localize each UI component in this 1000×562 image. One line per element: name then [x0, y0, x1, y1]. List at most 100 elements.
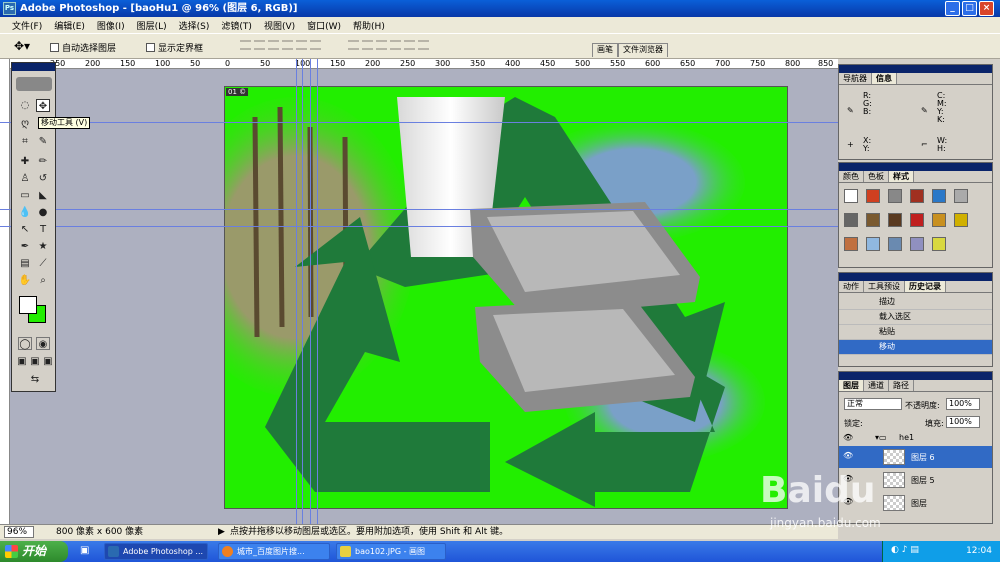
guide-line[interactable] — [0, 209, 838, 210]
foreground-color-swatch[interactable] — [19, 296, 37, 314]
crop-icon[interactable]: ⌗ — [18, 135, 32, 148]
brush-icon[interactable]: ✏ — [36, 155, 50, 168]
layer-row-selected[interactable]: 👁 图层 6 — [839, 446, 992, 468]
menu-image[interactable]: 图像(I) — [91, 19, 131, 32]
guide-line[interactable] — [302, 59, 303, 524]
visibility-eye-icon[interactable]: 👁 — [843, 433, 853, 442]
screen-mode-standard-icon[interactable]: ▣ — [15, 355, 29, 368]
history-panel-titlebar[interactable] — [839, 273, 992, 281]
show-bounding-box-option[interactable]: 显示定界框 — [146, 41, 203, 54]
task-paint[interactable]: bao102.JPG - 画图 — [336, 543, 446, 560]
style-swatch[interactable] — [932, 213, 946, 227]
align-top-icon[interactable] — [240, 40, 251, 50]
style-swatch[interactable] — [954, 213, 968, 227]
distribute-top-icon[interactable] — [348, 40, 359, 50]
menu-edit[interactable]: 编辑(E) — [48, 19, 91, 32]
bounding-box-checkbox[interactable] — [146, 43, 155, 52]
quicklaunch-desktop-icon[interactable]: ▣ — [80, 545, 89, 556]
screen-mode-full-menu-icon[interactable]: ▣ — [28, 355, 42, 368]
style-swatch[interactable] — [866, 213, 880, 227]
eraser-icon[interactable]: ▭ — [18, 189, 32, 202]
eyedropper-icon[interactable]: ⟋ — [36, 257, 50, 270]
menu-select[interactable]: 选择(S) — [173, 19, 216, 32]
layers-panel-titlebar[interactable] — [839, 372, 992, 380]
align-bottom-icon[interactable] — [268, 40, 279, 50]
auto-select-checkbox[interactable] — [50, 43, 59, 52]
screen-mode-full-icon[interactable]: ▣ — [41, 355, 55, 368]
align-hcenter-icon[interactable] — [296, 40, 307, 50]
align-vcenter-icon[interactable] — [254, 40, 265, 50]
tab-tool-presets[interactable]: 工具预设 — [864, 281, 905, 292]
marquee-icon[interactable]: ◌ — [18, 99, 32, 112]
standard-mode-icon[interactable]: ◯ — [18, 337, 32, 350]
tab-navigator[interactable]: 导航器 — [839, 73, 872, 84]
style-swatch[interactable] — [932, 189, 946, 203]
style-swatch[interactable] — [910, 213, 924, 227]
menu-file[interactable]: 文件(F) — [6, 19, 48, 32]
tab-channels[interactable]: 通道 — [864, 380, 889, 391]
start-button[interactable]: 开始 — [0, 541, 68, 562]
guide-line[interactable] — [310, 59, 311, 524]
zoom-icon[interactable]: ⌕ — [36, 274, 50, 287]
distribute-right-icon[interactable] — [418, 40, 429, 50]
distribute-vcenter-icon[interactable] — [362, 40, 373, 50]
style-swatch[interactable] — [888, 189, 902, 203]
style-swatch[interactable] — [888, 213, 902, 227]
notes-icon[interactable]: ▤ — [18, 257, 32, 270]
distribute-left-icon[interactable] — [390, 40, 401, 50]
menu-window[interactable]: 窗口(W) — [301, 19, 347, 32]
tab-styles[interactable]: 样式 — [889, 171, 914, 182]
style-swatch[interactable] — [932, 237, 946, 251]
style-swatch[interactable] — [844, 189, 858, 203]
style-swatch[interactable] — [844, 237, 858, 251]
opacity-input[interactable]: 100% — [946, 398, 980, 410]
tab-paths[interactable]: 路径 — [889, 380, 914, 391]
lasso-icon[interactable]: ღ — [18, 117, 32, 130]
tab-file-browser[interactable]: 文件浏览器 — [618, 43, 668, 57]
maximize-button[interactable]: □ — [962, 1, 977, 16]
guide-line[interactable] — [0, 122, 838, 123]
blend-mode-select[interactable]: 正常 — [844, 398, 902, 410]
align-left-icon[interactable] — [282, 40, 293, 50]
close-button[interactable]: × — [979, 1, 994, 16]
healing-brush-icon[interactable]: ✚ — [18, 155, 32, 168]
style-swatch[interactable] — [844, 213, 858, 227]
shape-icon[interactable]: ★ — [36, 240, 50, 253]
dodge-icon[interactable]: ● — [36, 206, 50, 219]
styles-panel-titlebar[interactable] — [839, 163, 992, 171]
tab-swatches[interactable]: 色板 — [864, 171, 889, 182]
auto-select-layer-option[interactable]: 自动选择图层 — [50, 41, 116, 54]
tab-actions[interactable]: 动作 — [839, 281, 864, 292]
guide-line[interactable] — [296, 59, 297, 524]
history-item-paste[interactable]: 粘贴 — [839, 325, 992, 340]
style-swatch[interactable] — [954, 189, 968, 203]
tab-layers[interactable]: 图层 — [839, 380, 864, 391]
layer-group-row[interactable]: 👁 ▾▭ he1 — [839, 432, 992, 445]
tray-icons[interactable]: ◐ ♪ ▤ — [891, 545, 919, 555]
tab-color[interactable]: 颜色 — [839, 171, 864, 182]
history-item-load-selection[interactable]: 载入选区 — [839, 310, 992, 325]
style-swatch[interactable] — [910, 189, 924, 203]
minimize-button[interactable]: _ — [945, 1, 960, 16]
guide-line[interactable] — [317, 59, 318, 524]
quickmask-mode-icon[interactable]: ◉ — [36, 337, 50, 350]
visibility-eye-icon[interactable]: 👁 — [843, 451, 853, 460]
menu-layer[interactable]: 图层(L) — [131, 19, 173, 32]
task-browser[interactable]: 城市_百度图片搜... — [218, 543, 330, 560]
menu-view[interactable]: 视图(V) — [258, 19, 301, 32]
info-panel-titlebar[interactable] — [839, 65, 992, 73]
history-item-stroke[interactable]: 描边 — [839, 295, 992, 310]
fill-input[interactable]: 100% — [946, 416, 980, 428]
distribute-hcenter-icon[interactable] — [404, 40, 415, 50]
slice-icon[interactable]: ✎ — [36, 135, 50, 148]
style-swatch[interactable] — [866, 237, 880, 251]
jump-to-imageready-icon[interactable]: ⇆ — [20, 373, 50, 386]
tab-info[interactable]: 信息 — [872, 73, 897, 84]
type-tool-icon[interactable]: T — [36, 223, 50, 236]
menu-help[interactable]: 帮助(H) — [347, 19, 391, 32]
toolbox-titlebar[interactable] — [12, 63, 55, 71]
clone-stamp-icon[interactable]: ♙ — [18, 172, 32, 185]
blur-icon[interactable]: 💧 — [18, 206, 32, 219]
task-photoshop[interactable]: Adobe Photoshop ... — [104, 543, 208, 560]
history-brush-icon[interactable]: ↺ — [36, 172, 50, 185]
